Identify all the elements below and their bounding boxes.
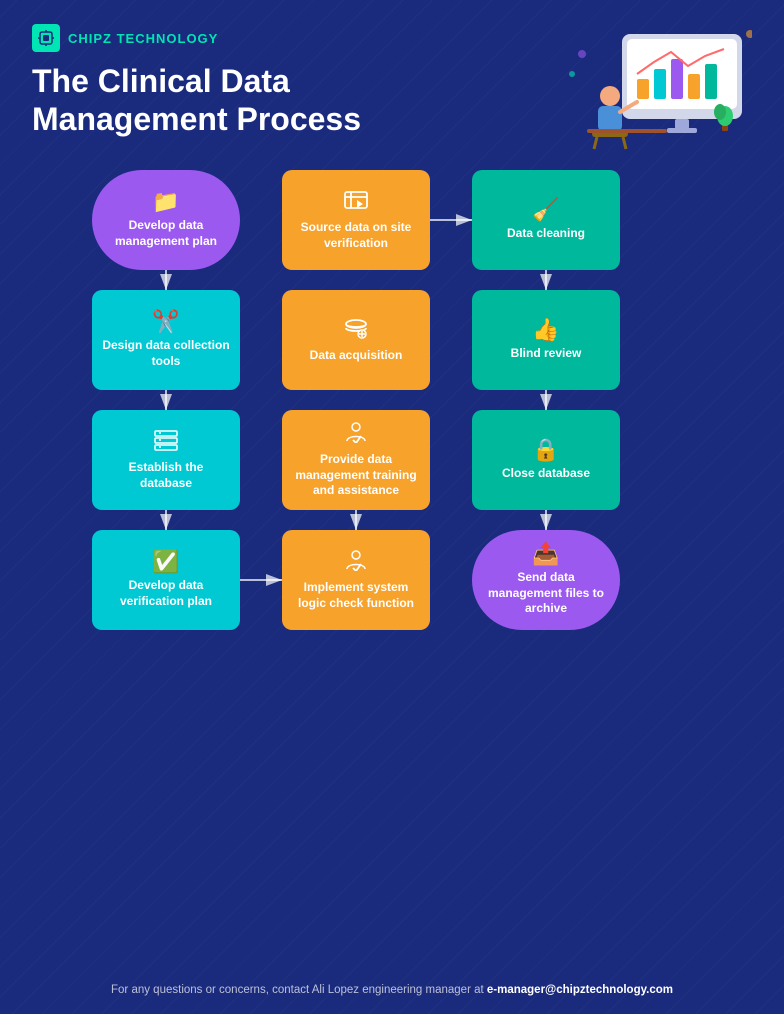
node-close-db: 🔒 Close database: [472, 410, 620, 510]
node-source-data: Source data on site verification: [282, 170, 430, 270]
main-title: The Clinical Data Management Process: [32, 62, 361, 139]
flow-diagram: 📁 Develop data management plan Source da…: [92, 170, 692, 630]
brand: CHIPZ TECHNOLOGY: [32, 24, 361, 52]
header: CHIPZ TECHNOLOGY The Clinical Data Manag…: [32, 24, 752, 154]
node-icon-close-db: 🔒: [532, 439, 559, 461]
node-provide-training: Provide data management training and ass…: [282, 410, 430, 510]
node-implement-logic: Implement system logic check function: [282, 530, 430, 630]
node-icon-blind-review: 👍: [532, 319, 559, 341]
brand-name: CHIPZ TECHNOLOGY: [68, 31, 218, 46]
node-establish-db: Establish the database: [92, 410, 240, 510]
node-icon-develop-verif: ✅: [152, 551, 179, 573]
node-icon-data-acquisition: [343, 317, 369, 343]
node-icon-develop-plan: 📁: [152, 191, 179, 213]
header-illustration: [562, 24, 752, 154]
node-blind-review: 👍 Blind review: [472, 290, 620, 390]
header-left: CHIPZ TECHNOLOGY The Clinical Data Manag…: [32, 24, 361, 139]
page: CHIPZ TECHNOLOGY The Clinical Data Manag…: [0, 0, 784, 1014]
node-icon-establish-db: [153, 429, 179, 455]
node-data-cleaning: 🧹 Data cleaning: [472, 170, 620, 270]
node-develop-plan: 📁 Develop data management plan: [92, 170, 240, 270]
node-icon-data-cleaning: 🧹: [532, 199, 559, 221]
node-design-tools: ✂️ Design data collection tools: [92, 290, 240, 390]
flow-grid: 📁 Develop data management plan Source da…: [92, 170, 692, 630]
node-icon-provide-training: [343, 421, 369, 447]
node-icon-design-tools: ✂️: [152, 311, 179, 333]
brand-icon: [32, 24, 60, 52]
node-icon-implement-logic: [343, 549, 369, 575]
node-icon-send-archive: 📤: [532, 543, 559, 565]
node-send-archive: 📤 Send data management files to archive: [472, 530, 620, 630]
node-icon-source-data: [343, 189, 369, 215]
node-develop-verif: ✅ Develop data verification plan: [92, 530, 240, 630]
footer-email: e-manager@chipztechnology.com: [487, 984, 673, 996]
node-data-acquisition: Data acquisition: [282, 290, 430, 390]
footer: For any questions or concerns, contact A…: [0, 984, 784, 996]
